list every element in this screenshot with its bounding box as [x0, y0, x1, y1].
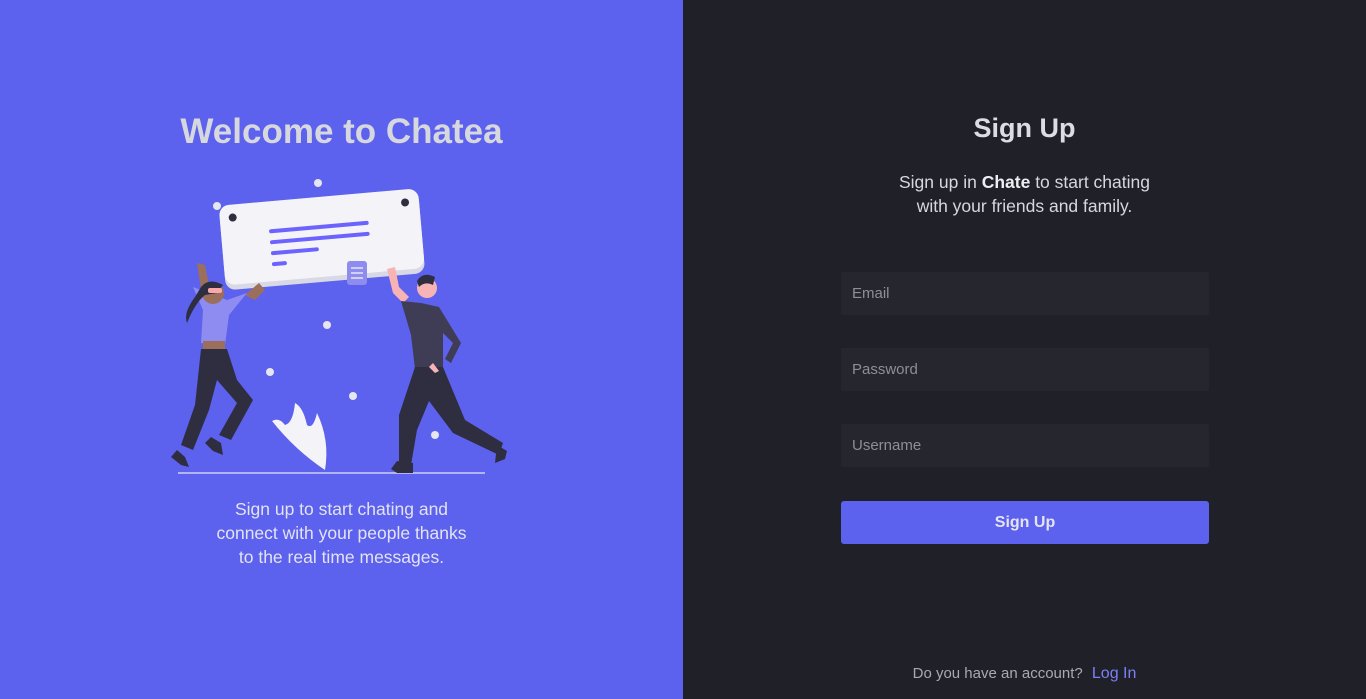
- signup-page: Welcome to Chatea Sign up to start chati…: [0, 0, 1366, 699]
- login-link[interactable]: Log In: [1092, 665, 1136, 682]
- email-field[interactable]: [841, 272, 1209, 315]
- welcome-description: Sign up to start chating and connect wit…: [0, 497, 683, 569]
- signup-subtitle-suffix: to start chating: [1030, 172, 1150, 192]
- welcome-description-line: to the real time messages.: [238, 547, 445, 567]
- password-field[interactable]: [841, 348, 1209, 391]
- signup-title: Sign Up: [973, 113, 1076, 143]
- welcome-panel: Welcome to Chatea Sign up to start chati…: [0, 0, 683, 699]
- account-prompt-text: Do you have an account?: [912, 665, 1083, 682]
- brand-name: Chate: [981, 172, 1031, 192]
- chat-illustration: [171, 179, 507, 474]
- signup-subtitle: Sign up in Chate to start chating with y…: [683, 170, 1366, 218]
- signup-subtitle-line1: Sign up in Chate to start chating: [683, 170, 1366, 194]
- signup-button[interactable]: Sign Up: [841, 501, 1209, 544]
- welcome-description-line: connect with your people thanks: [216, 523, 467, 543]
- username-field[interactable]: [841, 424, 1209, 467]
- signup-subtitle-prefix: Sign up in: [899, 172, 982, 192]
- signup-subtitle-line2: with your friends and family.: [916, 196, 1133, 216]
- signup-panel: Sign Up Sign up in Chate to start chatin…: [683, 0, 1366, 699]
- welcome-title: Welcome to Chatea: [180, 112, 503, 151]
- welcome-description-line: Sign up to start chating and: [234, 499, 449, 519]
- login-prompt: Do you have an account? Log In: [683, 665, 1366, 683]
